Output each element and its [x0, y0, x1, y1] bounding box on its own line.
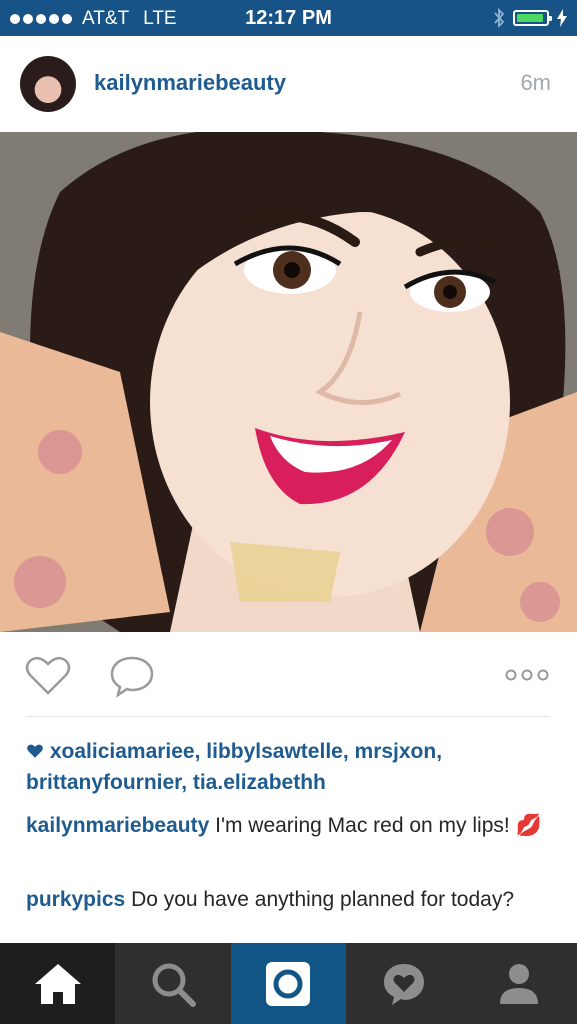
- tab-activity[interactable]: [346, 943, 461, 1024]
- tab-profile[interactable]: [462, 943, 577, 1024]
- actions-divider: [26, 716, 550, 717]
- liker-username[interactable]: xoaliciamariee: [50, 740, 195, 763]
- post-photo[interactable]: [0, 132, 577, 632]
- caption-username[interactable]: kailynmariebeauty: [26, 814, 209, 837]
- status-bar: AT&T LTE 12:17 PM: [0, 0, 577, 36]
- liker-username[interactable]: mrsjxon: [355, 740, 437, 763]
- tab-bar: [0, 943, 577, 1024]
- battery-icon: [513, 10, 552, 26]
- liker-username[interactable]: brittanyfournier: [26, 771, 181, 794]
- search-icon: [152, 963, 197, 1007]
- home-icon: [34, 963, 81, 1004]
- tab-camera[interactable]: [230, 943, 347, 1024]
- post-actions: [0, 632, 577, 717]
- status-time: 12:17 PM: [245, 7, 332, 29]
- post-username[interactable]: kailynmariebeauty: [94, 70, 286, 96]
- filled-heart-icon: [27, 744, 43, 758]
- liker-username[interactable]: libbylsawtelle: [206, 740, 343, 763]
- avatar[interactable]: [20, 56, 76, 112]
- charging-icon: [557, 9, 567, 27]
- caption-text: I'm wearing Mac red on my lips! 💋: [215, 814, 542, 837]
- post-caption: kailynmariebeauty I'm wearing Mac red on…: [26, 810, 550, 841]
- comment: purkypics Do you have anything planned f…: [26, 884, 550, 915]
- more-options-icon[interactable]: [505, 668, 549, 682]
- heart-icon[interactable]: [24, 654, 72, 696]
- tab-home[interactable]: [0, 943, 116, 1024]
- likes-list: xoaliciamariee, libbylsawtelle, mrsjxon,…: [26, 740, 443, 794]
- speech-bubble-icon[interactable]: [108, 654, 156, 698]
- comment-username[interactable]: purkypics: [26, 888, 125, 911]
- liker-username[interactable]: tia.elizabethh: [193, 771, 326, 794]
- post-header: kailynmariebeauty 6m: [0, 36, 577, 132]
- tab-search[interactable]: [115, 943, 230, 1024]
- camera-icon: [266, 961, 311, 1006]
- post-time: 6m: [520, 70, 551, 95]
- activity-heart-icon: [383, 963, 424, 1005]
- comment-text: Do you have anything planned for today?: [131, 888, 515, 911]
- bluetooth-icon: [494, 8, 505, 28]
- profile-icon: [500, 963, 539, 1004]
